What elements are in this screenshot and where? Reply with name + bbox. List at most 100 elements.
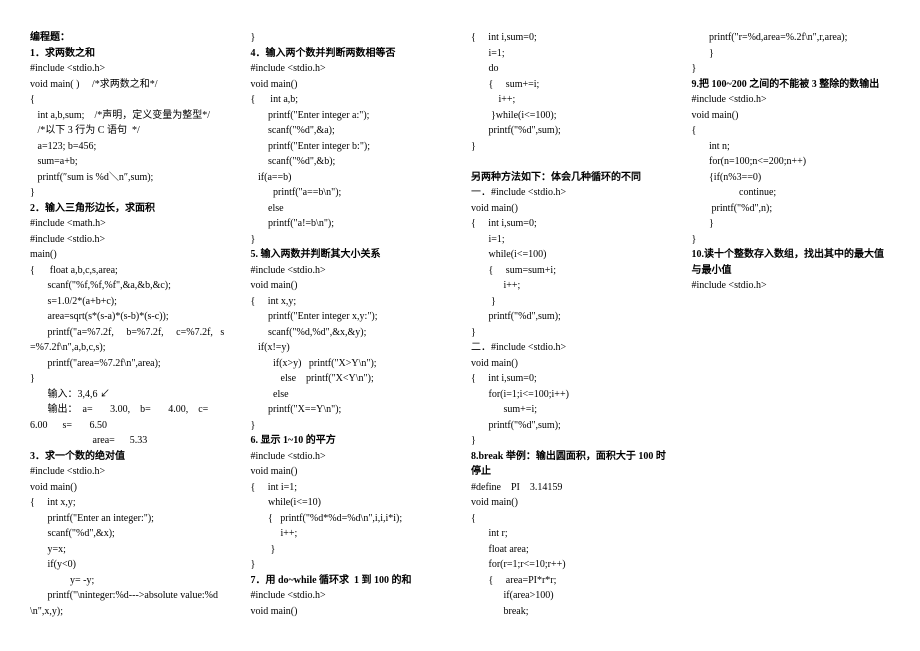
code-line: printf("area=%7.2f\n",area); [30, 356, 229, 372]
code-line: scanf("%f,%f,%f",&a,&b,&c); [30, 278, 229, 294]
code-line: } [471, 294, 670, 310]
code-line: { int x,y; [30, 495, 229, 511]
code-line: #include <stdio.h> [251, 263, 450, 279]
code-line: while(i<=100) [471, 247, 670, 263]
code-line: area= 5.33 [30, 433, 229, 449]
code-line: } [692, 46, 891, 62]
code-line: s=1.0/2*(a+b+c); [30, 294, 229, 310]
code-line: } [251, 542, 450, 558]
code-line: void main() [251, 604, 450, 620]
code-line: printf("Enter an integer:"); [30, 511, 229, 527]
code-line: #include <stdio.h> [30, 61, 229, 77]
code-line: void main() [471, 356, 670, 372]
code-line: main() [30, 247, 229, 263]
code-line: scanf("%d,%d",&x,&y); [251, 325, 450, 341]
code-line: printf(″sum is %d＼n″,sum); [30, 170, 229, 186]
code-line: for(i=1;i<=100;i++) [471, 387, 670, 403]
heading-line: 8.break 举例：输出圆面积，面积大于 100 时停止 [471, 449, 670, 480]
code-line: } [692, 216, 891, 232]
code-line: sum=a+b; [30, 154, 229, 170]
heading-line: 9.把 100~200 之间的不能被 3 整除的数输出 [692, 77, 891, 93]
code-line: } [471, 325, 670, 341]
code-line: do [471, 61, 670, 77]
code-line: { int a,b; [251, 92, 450, 108]
code-line: }while(i<=100); [471, 108, 670, 124]
code-line: { int i,sum=0; [471, 30, 670, 46]
code-line: for(r=1;r<=10;r++) [471, 557, 670, 573]
code-line: if(x>y) printf("X>Y\n"); [251, 356, 450, 372]
code-line: y= -y; [30, 573, 229, 589]
code-line: { area=PI*r*r; [471, 573, 670, 589]
code-line: printf("Enter integer a:"); [251, 108, 450, 124]
code-line: if(y<0) [30, 557, 229, 573]
code-line: } [30, 371, 229, 387]
code-line: else printf("X<Y\n"); [251, 371, 450, 387]
code-line: if(a==b) [251, 170, 450, 186]
heading-line: 7．用 do~while 循环求 1 到 100 的和 [251, 573, 450, 589]
code-line: i++; [471, 92, 670, 108]
heading-line: 2．输入三角形边长，求面积 [30, 201, 229, 217]
code-line: scanf("%d",&x); [30, 526, 229, 542]
heading-line: 1．求两数之和 [30, 46, 229, 62]
code-line: else [251, 387, 450, 403]
code-line: void main() [471, 495, 670, 511]
code-line: } [692, 232, 891, 248]
code-line: { printf("%d*%d=%d\n",i,i,i*i); [251, 511, 450, 527]
code-line: printf("a!=b\n"); [251, 216, 450, 232]
code-line: printf("%d",sum); [471, 123, 670, 139]
code-line: 一．#include <stdio.h> [471, 185, 670, 201]
code-line: int n; [692, 139, 891, 155]
code-line: void main() [692, 108, 891, 124]
code-line: scanf("%d",&b); [251, 154, 450, 170]
code-line: void main( ) /*求两数之和*/ [30, 77, 229, 93]
code-line: { [30, 92, 229, 108]
code-line: { [471, 511, 670, 527]
code-line: for(n=100;n<=200;n++) [692, 154, 891, 170]
code-line: } [471, 139, 670, 155]
code-line: #include <math.h> [30, 216, 229, 232]
code-line: printf("a==b\n"); [251, 185, 450, 201]
code-line: 输出： a= 3.00, b= 4.00, c= 6.00 s= 6.50 [30, 402, 229, 433]
code-line: } [251, 557, 450, 573]
code-line: while(i<=10) [251, 495, 450, 511]
code-line: void main() [251, 278, 450, 294]
code-line: } [251, 30, 450, 46]
code-line: 输入：3,4,6 ↙ [30, 387, 229, 403]
code-line: else [251, 201, 450, 217]
code-line: float area; [471, 542, 670, 558]
code-line: printf("Enter integer b:"); [251, 139, 450, 155]
code-line: printf("X==Y\n"); [251, 402, 450, 418]
heading-line: 3．求一个数的绝对值 [30, 449, 229, 465]
code-line: } [692, 61, 891, 77]
code-line: { int i,sum=0; [471, 371, 670, 387]
code-line: area=sqrt(s*(s-a)*(s-b)*(s-c)); [30, 309, 229, 325]
code-line: #include <stdio.h> [692, 278, 891, 294]
code-line: void main() [251, 77, 450, 93]
heading-line: 10.读十个整数存入数组，找出其中的最大值与最小值 [692, 247, 891, 278]
heading-line: 编程题： [30, 30, 229, 46]
code-line: #include <stdio.h> [251, 61, 450, 77]
code-line: printf("r=%d,area=%.2f\n",r,area); [692, 30, 891, 46]
code-line: printf("\ninteger:%d--->absolute value:%… [30, 588, 229, 619]
code-line: } [251, 418, 450, 434]
code-line: { [692, 123, 891, 139]
code-line: i++; [471, 278, 670, 294]
code-line: a=123; b=456; [30, 139, 229, 155]
code-line: void main() [471, 201, 670, 217]
code-line: } [471, 433, 670, 449]
code-line: { int i,sum=0; [471, 216, 670, 232]
heading-line: 6. 显示 1~10 的平方 [251, 433, 450, 449]
code-line: {if(n%3==0) [692, 170, 891, 186]
code-line: sum+=i; [471, 402, 670, 418]
code-line: #include <stdio.h> [30, 232, 229, 248]
code-line: i=1; [471, 232, 670, 248]
heading-line: 另两种方法如下：体会几种循环的不同 [471, 170, 670, 186]
code-line: continue; [692, 185, 891, 201]
code-line: y=x; [30, 542, 229, 558]
code-line: break; [471, 604, 670, 620]
code-line: printf("%d",sum); [471, 418, 670, 434]
code-line: int r; [471, 526, 670, 542]
code-line [471, 154, 670, 170]
code-line: int a,b,sum; /*声明，定义变量为整型*/ [30, 108, 229, 124]
code-line: } [251, 232, 450, 248]
